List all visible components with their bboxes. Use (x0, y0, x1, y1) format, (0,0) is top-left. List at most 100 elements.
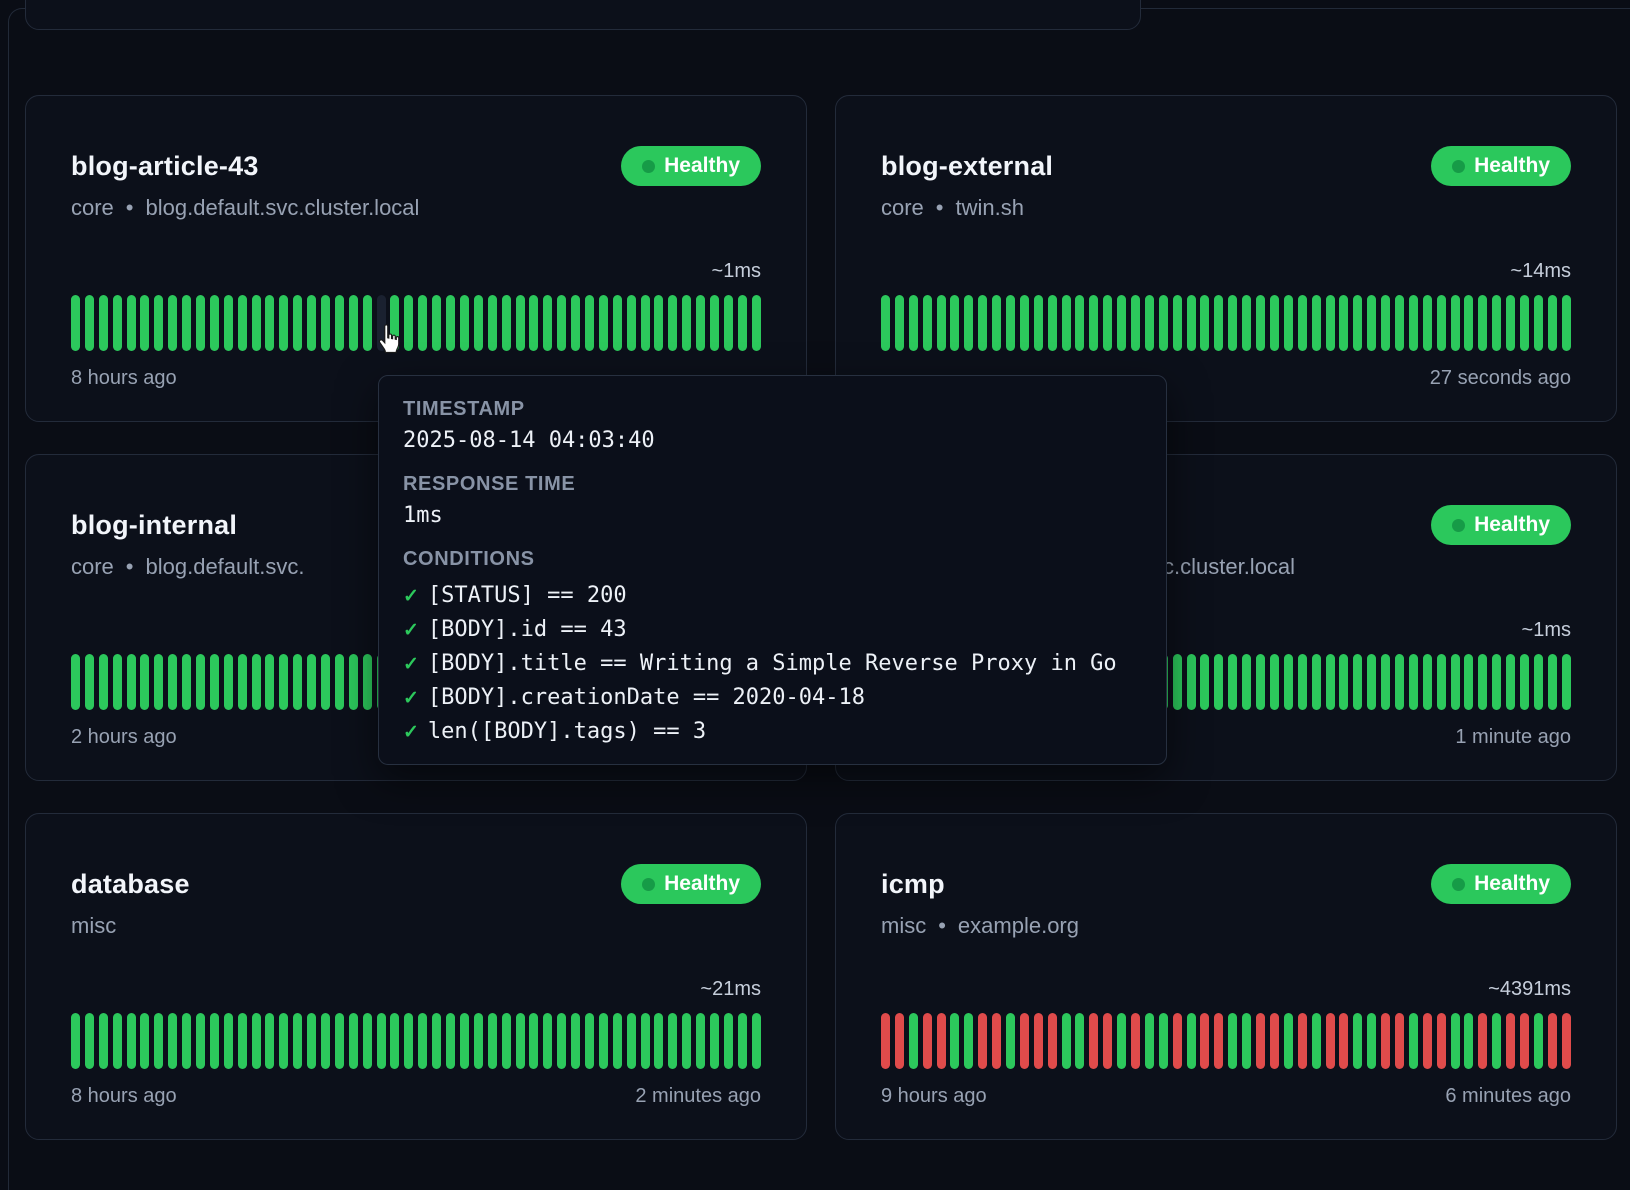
status-bar[interactable] (1339, 295, 1348, 351)
status-bar[interactable] (599, 1013, 608, 1069)
status-bar[interactable] (1089, 1013, 1098, 1069)
status-bar[interactable] (154, 295, 163, 351)
status-bar[interactable] (1034, 295, 1043, 351)
status-bar[interactable] (1381, 1013, 1390, 1069)
status-bar[interactable] (446, 1013, 455, 1069)
status-bar[interactable] (1312, 1013, 1321, 1069)
status-bar[interactable] (1437, 1013, 1446, 1069)
status-bar[interactable] (321, 1013, 330, 1069)
status-bar[interactable] (1326, 654, 1335, 710)
status-bar[interactable] (321, 295, 330, 351)
status-bar[interactable] (1256, 654, 1265, 710)
status-bar[interactable] (474, 295, 483, 351)
status-bar[interactable] (668, 295, 677, 351)
status-bar[interactable] (1006, 295, 1015, 351)
status-bar[interactable] (1409, 1013, 1418, 1069)
status-bar[interactable] (1131, 1013, 1140, 1069)
status-bar[interactable] (210, 1013, 219, 1069)
status-bar[interactable] (224, 654, 233, 710)
status-bar[interactable] (1298, 295, 1307, 351)
status-bar[interactable] (502, 295, 511, 351)
status-bar[interactable] (1409, 295, 1418, 351)
status-bar[interactable] (390, 1013, 399, 1069)
status-bar[interactable] (571, 1013, 580, 1069)
status-bar[interactable] (992, 1013, 1001, 1069)
status-bar[interactable] (1187, 1013, 1196, 1069)
status-bar[interactable] (1423, 295, 1432, 351)
status-bar[interactable] (964, 295, 973, 351)
endpoint-card-database[interactable]: database Healthy misc ~21ms 8 hours ago … (25, 813, 807, 1140)
status-bar[interactable] (1437, 295, 1446, 351)
status-bar[interactable] (224, 1013, 233, 1069)
status-bar[interactable] (1103, 295, 1112, 351)
uptime-bars[interactable] (881, 295, 1571, 351)
status-bar[interactable] (1451, 654, 1460, 710)
status-bar[interactable] (1478, 654, 1487, 710)
status-bar[interactable] (895, 1013, 904, 1069)
status-bar[interactable] (738, 1013, 747, 1069)
status-bar[interactable] (85, 295, 94, 351)
status-bar[interactable] (1173, 1013, 1182, 1069)
status-bar[interactable] (1075, 295, 1084, 351)
status-bar[interactable] (1534, 654, 1543, 710)
status-bar[interactable] (168, 295, 177, 351)
status-bar[interactable] (1437, 654, 1446, 710)
status-bar[interactable] (1145, 295, 1154, 351)
status-bar[interactable] (1464, 295, 1473, 351)
status-bar[interactable] (488, 295, 497, 351)
status-bar[interactable] (950, 295, 959, 351)
status-bar[interactable] (1464, 654, 1473, 710)
status-bar[interactable] (460, 1013, 469, 1069)
status-bar[interactable] (502, 1013, 511, 1069)
status-bar[interactable] (377, 295, 386, 351)
status-bar[interactable] (196, 295, 205, 351)
status-bar[interactable] (724, 1013, 733, 1069)
status-bar[interactable] (724, 295, 733, 351)
status-bar[interactable] (349, 1013, 358, 1069)
status-bar[interactable] (1548, 295, 1557, 351)
status-bar[interactable] (1256, 1013, 1265, 1069)
status-bar[interactable] (1395, 295, 1404, 351)
status-bar[interactable] (1173, 295, 1182, 351)
status-bar[interactable] (529, 1013, 538, 1069)
status-bar[interactable] (1451, 295, 1460, 351)
status-bar[interactable] (613, 1013, 622, 1069)
status-bar[interactable] (1173, 654, 1182, 710)
status-bar[interactable] (1200, 1013, 1209, 1069)
status-bar[interactable] (696, 1013, 705, 1069)
status-bar[interactable] (1284, 295, 1293, 351)
status-bar[interactable] (557, 1013, 566, 1069)
status-bar[interactable] (1187, 295, 1196, 351)
status-bar[interactable] (182, 1013, 191, 1069)
uptime-bars[interactable] (71, 295, 761, 351)
status-bar[interactable] (196, 1013, 205, 1069)
endpoint-card-blog-external[interactable]: blog-external Healthy core • twin.sh ~14… (835, 95, 1617, 422)
status-bar[interactable] (154, 1013, 163, 1069)
status-bar[interactable] (418, 1013, 427, 1069)
status-bar[interactable] (210, 295, 219, 351)
status-bar[interactable] (1506, 295, 1515, 351)
status-bar[interactable] (1326, 295, 1335, 351)
status-bar[interactable] (641, 295, 650, 351)
status-bar[interactable] (543, 295, 552, 351)
status-bar[interactable] (1506, 654, 1515, 710)
status-bar[interactable] (252, 295, 261, 351)
status-bar[interactable] (238, 295, 247, 351)
status-bar[interactable] (1548, 654, 1557, 710)
status-bar[interactable] (1534, 1013, 1543, 1069)
status-bar[interactable] (1478, 1013, 1487, 1069)
status-bar[interactable] (1048, 295, 1057, 351)
status-bar[interactable] (85, 654, 94, 710)
status-bar[interactable] (529, 295, 538, 351)
status-bar[interactable] (1270, 654, 1279, 710)
status-bar[interactable] (279, 295, 288, 351)
status-bar[interactable] (127, 1013, 136, 1069)
status-bar[interactable] (627, 1013, 636, 1069)
status-bar[interactable] (1353, 654, 1362, 710)
status-bar[interactable] (1117, 1013, 1126, 1069)
status-bar[interactable] (557, 295, 566, 351)
status-bar[interactable] (1048, 1013, 1057, 1069)
status-bar[interactable] (1506, 1013, 1515, 1069)
status-bar[interactable] (752, 1013, 761, 1069)
status-bar[interactable] (196, 654, 205, 710)
